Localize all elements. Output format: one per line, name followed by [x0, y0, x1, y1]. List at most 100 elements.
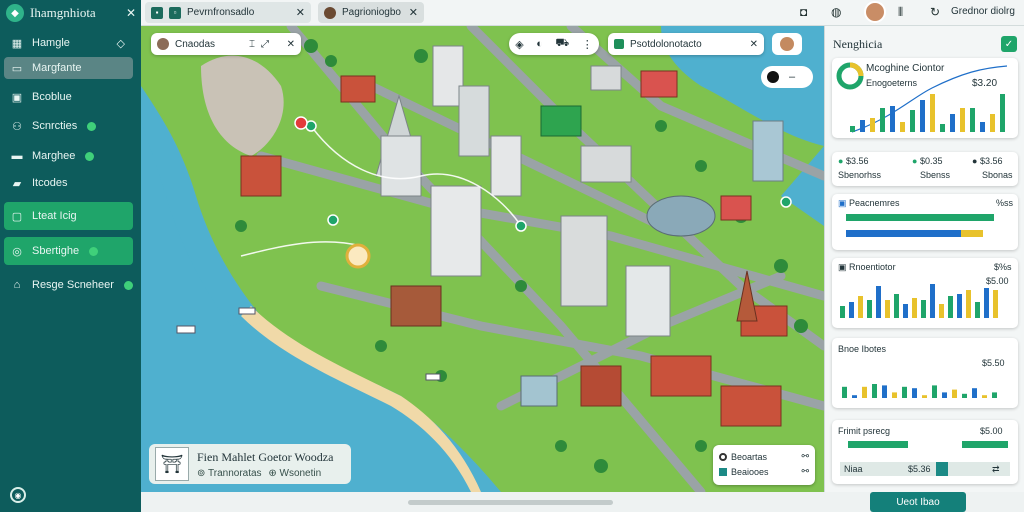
- column-right: $%s: [994, 262, 1012, 272]
- chart-bar: [984, 288, 989, 318]
- chart-bar: [840, 306, 845, 318]
- tab-label: Pevrnfronsadlo: [187, 7, 255, 18]
- map-search[interactable]: Cnaodas ⌶ ⤢ ✕: [151, 33, 301, 55]
- sidebar-item-3[interactable]: ▣ Bcoblue: [4, 86, 133, 108]
- map-filter[interactable]: Psotdolonotacto ✕: [608, 33, 764, 55]
- shuffle-icon[interactable]: ⇄: [992, 464, 1000, 475]
- sidebar-item-label: Itcodes: [32, 177, 68, 189]
- chart-bar: [912, 388, 917, 398]
- calendar-icon: ▣: [11, 91, 23, 104]
- close-icon[interactable]: ✕: [287, 39, 295, 50]
- close-icon[interactable]: ✕: [126, 6, 136, 20]
- map-user-avatar[interactable]: [772, 33, 802, 55]
- chart-bar: [885, 300, 890, 318]
- price-title: Bnoe Ibotes: [838, 344, 887, 354]
- circle-icon: ●: [838, 156, 844, 166]
- bars-icon[interactable]: ⫴: [898, 5, 903, 20]
- location-link[interactable]: Wsonetin: [280, 468, 322, 479]
- status-badge: [89, 246, 99, 256]
- map-toggle[interactable]: –: [761, 66, 813, 88]
- avatar: [157, 38, 169, 50]
- panel-header: Nenghicia ✓: [833, 34, 1017, 54]
- app-logo-icon: ◆: [6, 4, 24, 22]
- close-tab-icon[interactable]: ✕: [409, 6, 418, 19]
- cursor-icon: ⌶: [249, 38, 256, 50]
- help-icon[interactable]: ◉: [10, 487, 26, 503]
- bottom-bar: Ueot Ibao: [141, 492, 1024, 512]
- square-icon: ▣: [838, 198, 847, 208]
- bottom-action-button[interactable]: Ueot Ibao: [870, 492, 966, 512]
- notification-icon[interactable]: ◘: [800, 5, 807, 19]
- chart-bar: [952, 389, 957, 398]
- route-icon[interactable]: ◐: [536, 38, 543, 50]
- chart-bar: [930, 284, 935, 318]
- chart-bar: [922, 395, 927, 398]
- top-bar: ▪ ▫ Pevrnfronsadlo ✕ Pagrioniogbo ✕ ◘ ◍ …: [141, 0, 1024, 26]
- summary-value: $5.00: [980, 426, 1003, 436]
- tab-label: Pagrioniogbo: [342, 7, 401, 18]
- car-icon[interactable]: ⛟: [555, 37, 569, 51]
- chart-bar: [880, 108, 885, 132]
- document-icon: ▫: [169, 6, 181, 19]
- chart-bar: [950, 114, 955, 132]
- chart-bar: [966, 290, 971, 318]
- avatar: [780, 37, 794, 51]
- chart-bar: [934, 214, 994, 221]
- link-icon[interactable]: ⚯: [801, 466, 809, 477]
- layers-icon: ⌂: [13, 279, 21, 291]
- filter-value: Psotdolonotacto: [630, 38, 702, 50]
- summary-label: Niaa: [844, 464, 863, 474]
- layers-icon[interactable]: ◈: [515, 38, 523, 51]
- link-icon[interactable]: ⚯: [801, 451, 809, 462]
- chart-bar: [892, 392, 897, 398]
- legend-row: Beaiooes ⚯: [719, 464, 809, 479]
- sidebar-item-6[interactable]: ▰ Itcodes: [4, 172, 133, 194]
- close-icon[interactable]: ✕: [750, 39, 758, 50]
- status-badge: [123, 280, 133, 290]
- avatar[interactable]: [864, 1, 886, 23]
- tab-1[interactable]: ▪ ▫ Pevrnfronsadlo ✕: [145, 2, 311, 23]
- refresh-icon[interactable]: ↻: [930, 5, 940, 19]
- bars-title-text: Peacnemres: [849, 198, 900, 208]
- settings-icon[interactable]: ◍: [831, 5, 841, 19]
- chart-bar: [940, 124, 945, 132]
- legend-label: Beaiooes: [731, 466, 769, 477]
- map-view[interactable]: Cnaodas ⌶ ⤢ ✕ ◈ ◐ ⛟ ⋮ Psotdolonotacto ✕ …: [141, 26, 824, 492]
- chart-bar: [920, 100, 925, 132]
- column-title-text: Rnoentiotor: [849, 262, 896, 272]
- close-tab-icon[interactable]: ✕: [296, 6, 305, 19]
- grid-icon: ▦: [11, 37, 23, 50]
- chart-bar: [990, 114, 995, 132]
- sidebar-item-2[interactable]: ▭ Margfante: [4, 57, 133, 79]
- chart-bar: [860, 120, 865, 132]
- chart-bar: [982, 395, 987, 398]
- map-canvas: [141, 26, 824, 492]
- sidebar-item-8[interactable]: ◎ Sbertighe: [4, 237, 133, 265]
- check-icon[interactable]: ✓: [1001, 36, 1017, 52]
- sidebar: ◆ Ihamgnhiota ✕ ▦ Hamgle ◇ ▭ Margfante ▣…: [0, 0, 141, 512]
- location-card[interactable]: ⛩ Fien Mahlet Goetor Woodza ⊚ Trannorata…: [149, 444, 351, 484]
- chart-bar: [960, 108, 965, 132]
- sidebar-item-5[interactable]: ▬ Marghee: [4, 145, 133, 167]
- sidebar-item-7[interactable]: ▢ Lteat Icig: [4, 202, 133, 230]
- sidebar-item-1[interactable]: ▦ Hamgle ◇: [4, 32, 133, 54]
- sidebar-item-label: Resge Scneheer: [32, 279, 114, 291]
- sidebar-item-4[interactable]: ⚇ Scnrcties: [4, 115, 133, 137]
- tab-icon: ▪: [151, 6, 163, 19]
- expand-icon[interactable]: ⤢: [261, 39, 269, 50]
- more-icon[interactable]: ⋮: [582, 38, 593, 51]
- map-toolbar: ◈ ◐ ⛟ ⋮: [509, 33, 599, 55]
- horizontal-scrollbar[interactable]: [408, 500, 613, 505]
- bars-card: ▣ Peacnemres %ss: [832, 194, 1018, 250]
- dash-icon: –: [789, 71, 796, 83]
- sidebar-item-9[interactable]: ⌂ Resge Scneheer: [4, 274, 133, 296]
- app-title: Ihamgnhiota: [30, 5, 96, 20]
- stat-value: $3.20: [972, 78, 998, 89]
- tab-2[interactable]: Pagrioniogbo ✕: [318, 2, 424, 23]
- bars-title: ▣ Peacnemres: [838, 198, 900, 209]
- chart-bar: [980, 122, 985, 132]
- chart-bar: [942, 392, 947, 398]
- chart-bar: [890, 106, 895, 132]
- chart-bar: [903, 304, 908, 318]
- chart-bar: [858, 296, 863, 318]
